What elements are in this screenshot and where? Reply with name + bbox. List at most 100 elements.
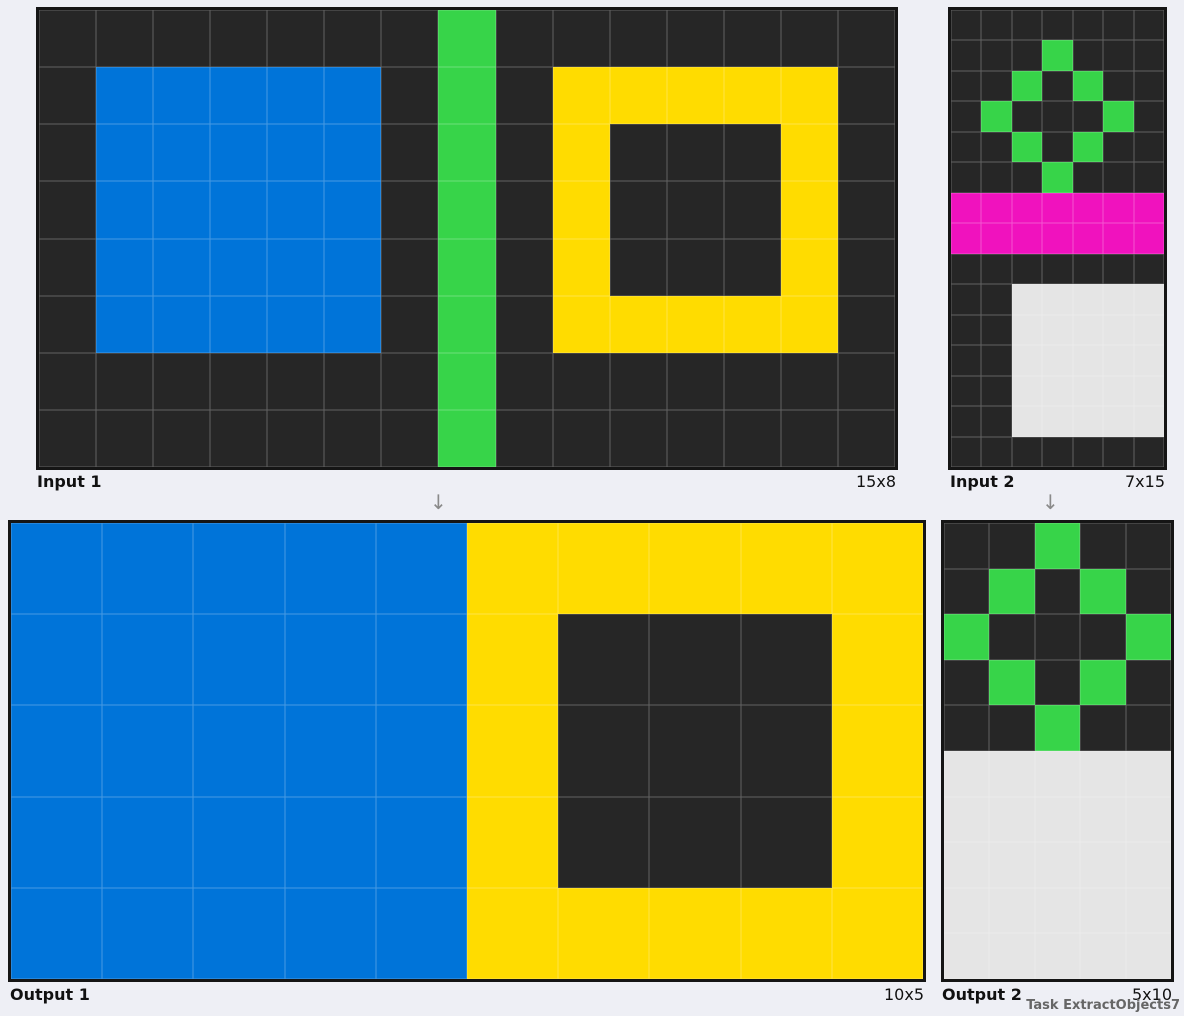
grid-cell bbox=[153, 10, 211, 68]
grid-cell bbox=[723, 67, 781, 125]
grid-cell bbox=[375, 887, 467, 979]
grid-cell bbox=[210, 124, 268, 182]
grid-cell bbox=[1125, 614, 1171, 660]
grid-cell bbox=[558, 614, 650, 706]
grid-cell bbox=[558, 705, 650, 797]
grid-cell bbox=[723, 352, 781, 410]
grid-cell bbox=[609, 238, 667, 296]
grid-cell bbox=[944, 705, 990, 751]
grid-cell bbox=[375, 705, 467, 797]
grid-cell bbox=[666, 352, 724, 410]
grid-cell bbox=[989, 705, 1035, 751]
grid-cell bbox=[102, 796, 194, 888]
grid-cell bbox=[951, 223, 982, 254]
task-name: Task ExtractObjects7 bbox=[1026, 998, 1180, 1013]
grid-cell bbox=[39, 295, 97, 353]
grid-cell bbox=[210, 409, 268, 467]
grid-cell bbox=[1125, 750, 1171, 797]
output-1-label: Output 1 bbox=[10, 985, 90, 1004]
grid-cell bbox=[210, 352, 268, 410]
grid-cell bbox=[1133, 192, 1164, 224]
grid-cell bbox=[1042, 131, 1073, 163]
grid-cell bbox=[39, 124, 97, 182]
grid-cell bbox=[267, 238, 325, 296]
grid-cell bbox=[193, 796, 285, 888]
grid-cell bbox=[837, 238, 895, 296]
grid-cell bbox=[375, 614, 467, 706]
grid-cell bbox=[153, 238, 211, 296]
grid-cell bbox=[740, 796, 832, 888]
grid-cell bbox=[1011, 131, 1043, 163]
grid-cell bbox=[831, 705, 923, 797]
grid-cell bbox=[666, 124, 724, 182]
grid-cell bbox=[381, 10, 439, 68]
grid-cell bbox=[1042, 40, 1073, 71]
grid-cell bbox=[666, 181, 724, 239]
grid-cell bbox=[1072, 101, 1104, 132]
grid-cell bbox=[740, 614, 832, 706]
grid-cell bbox=[951, 70, 982, 102]
grid-cell bbox=[951, 375, 982, 407]
grid-cell bbox=[324, 67, 382, 125]
grid-cell bbox=[1011, 284, 1043, 315]
grid-cell bbox=[780, 124, 838, 182]
input-1-label: Input 1 bbox=[37, 472, 102, 491]
grid-cell bbox=[267, 352, 325, 410]
grid-cell bbox=[1042, 192, 1073, 224]
grid-cell bbox=[837, 352, 895, 410]
grid-cell bbox=[267, 295, 325, 353]
grid-cell bbox=[944, 842, 990, 888]
grid-cell bbox=[324, 409, 382, 467]
grid-cell bbox=[1072, 253, 1104, 285]
grid-cell bbox=[1072, 223, 1104, 254]
grid-cell bbox=[466, 523, 559, 615]
grid-cell bbox=[1080, 842, 1126, 888]
grid-cell bbox=[381, 124, 439, 182]
grid-cell bbox=[989, 933, 1035, 979]
grid-cell bbox=[1042, 314, 1073, 346]
grid-cell bbox=[1042, 375, 1073, 407]
grid-cell bbox=[609, 10, 667, 68]
grid-cell bbox=[1133, 375, 1164, 407]
grid-cell bbox=[39, 238, 97, 296]
grid-cell bbox=[944, 614, 990, 660]
grid-cell bbox=[102, 887, 194, 979]
grid-cell bbox=[1034, 842, 1081, 888]
grid-cell bbox=[1072, 131, 1104, 163]
grid-cell bbox=[558, 523, 650, 615]
grid-cell bbox=[39, 352, 97, 410]
grid-cell bbox=[1080, 705, 1126, 751]
grid-cell bbox=[1103, 162, 1134, 193]
grid-cell bbox=[609, 181, 667, 239]
grid-cell bbox=[666, 295, 724, 353]
grid-cell bbox=[1042, 284, 1073, 315]
grid-cell bbox=[1011, 314, 1043, 346]
grid-cell bbox=[1133, 314, 1164, 346]
grid-cell bbox=[284, 614, 376, 706]
grid-cell bbox=[1103, 314, 1134, 346]
grid-cell bbox=[495, 238, 553, 296]
grid-cell bbox=[666, 67, 724, 125]
grid-cell bbox=[39, 181, 97, 239]
grid-cell bbox=[1011, 223, 1043, 254]
grid-cell bbox=[381, 409, 439, 467]
grid-cell bbox=[649, 614, 741, 706]
grid-cell bbox=[1103, 192, 1134, 224]
grid-cell bbox=[1034, 796, 1081, 843]
grid-cell bbox=[552, 124, 610, 182]
grid-cell bbox=[951, 314, 982, 346]
grid-cell bbox=[951, 162, 982, 193]
grid-cell bbox=[837, 181, 895, 239]
grid-cell bbox=[11, 705, 103, 797]
grid-cell bbox=[951, 253, 982, 285]
grid-cell bbox=[609, 352, 667, 410]
grid-cell bbox=[1042, 406, 1073, 437]
grid-cell bbox=[438, 409, 496, 467]
grid-cell bbox=[981, 436, 1012, 467]
grid-cell bbox=[438, 67, 496, 125]
grid-cell bbox=[1133, 70, 1164, 102]
grid-cell bbox=[981, 70, 1012, 102]
grid-cell bbox=[381, 295, 439, 353]
grid-cell bbox=[438, 10, 496, 68]
grid-cell bbox=[1125, 933, 1171, 979]
